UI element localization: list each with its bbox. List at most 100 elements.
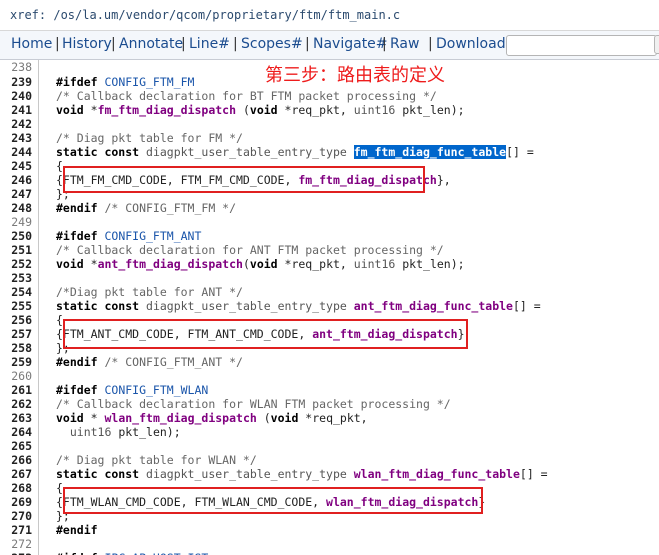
code-token: * (90, 103, 98, 117)
nav-history[interactable]: History (62, 36, 112, 52)
code-token[interactable]: ant_ftm_diag_dispatch (98, 257, 243, 271)
code-token: { (56, 481, 63, 495)
code-line: 241 void *fm_ftm_diag_dispatch (void *req… (0, 103, 659, 117)
line-number[interactable]: 241 (0, 103, 32, 117)
nav-download[interactable]: Download (436, 36, 506, 52)
line-number[interactable]: 255 (0, 299, 32, 313)
code-line: 253 (0, 271, 659, 285)
code-token: void (56, 103, 91, 117)
source-code: void *fm_ftm_diag_dispatch (void *req_pk… (56, 103, 465, 117)
code-line: 273 #ifdef IPC_AP_HOST_IST (0, 551, 659, 555)
code-token: CONFIG_FTM_WLAN (104, 383, 209, 397)
line-number[interactable]: 251 (0, 243, 32, 257)
source-code: /* Callback declaration for ANT FTM pack… (56, 243, 444, 257)
code-token: static const (56, 467, 147, 481)
line-number[interactable]: 254 (0, 285, 32, 299)
nav-line-numbers[interactable]: Line# (189, 36, 230, 52)
line-number[interactable]: 273 (0, 551, 32, 555)
nav-raw[interactable]: Raw (390, 36, 419, 52)
line-number[interactable]: 268 (0, 481, 32, 495)
code-line: 251 /* Callback declaration for ANT FTM p… (0, 243, 659, 257)
line-number[interactable]: 239 (0, 75, 32, 89)
line-number[interactable]: 262 (0, 397, 32, 411)
line-number[interactable]: 267 (0, 467, 32, 481)
code-line: 265 (0, 439, 659, 453)
line-number[interactable]: 272 (0, 537, 32, 551)
line-number[interactable]: 244 (0, 145, 32, 159)
code-token: *req_pkt, (284, 103, 354, 117)
source-code: /* Callback declaration for BT FTM packe… (56, 89, 437, 103)
line-number[interactable]: 261 (0, 383, 32, 397)
code-token[interactable]: ant_ftm_diag_func_table (354, 299, 513, 313)
source-code: static const diagpkt_user_table_entry_ty… (56, 145, 534, 159)
source-code: #ifdef CONFIG_FTM_ANT (56, 229, 201, 243)
code-line: 250 #ifdef CONFIG_FTM_ANT (0, 229, 659, 243)
nav-home[interactable]: Home (11, 36, 52, 52)
line-number[interactable]: 245 (0, 159, 32, 173)
line-number[interactable]: 257 (0, 327, 32, 341)
line-number[interactable]: 240 (0, 89, 32, 103)
line-number[interactable]: 256 (0, 313, 32, 327)
line-number[interactable]: 248 (0, 201, 32, 215)
code-token: #ifdef (56, 229, 105, 243)
line-number[interactable]: 269 (0, 495, 32, 509)
code-token: void (56, 257, 91, 271)
source-code: #endif /* CONFIG_FTM_ANT */ (56, 355, 243, 369)
code-token[interactable]: wlan_ftm_diag_dispatch (104, 411, 256, 425)
line-number[interactable]: 260 (0, 369, 32, 383)
code-line: 255 static const diagpkt_user_table_entry… (0, 299, 659, 313)
code-token[interactable]: fm_ftm_diag_func_table (353, 145, 507, 159)
code-token: *req_pkt, (284, 257, 354, 271)
code-token: *req_pkt, (305, 411, 368, 425)
line-number[interactable]: 250 (0, 229, 32, 243)
line-number[interactable]: 246 (0, 173, 32, 187)
code-line: 243 /* Diag pkt table for FM */ (0, 131, 659, 145)
code-token: /* Callback declaration for BT FTM packe… (56, 89, 437, 103)
source-code: void * wlan_ftm_diag_dispatch (void *req… (56, 411, 368, 425)
line-number[interactable]: 266 (0, 453, 32, 467)
line-number[interactable]: 263 (0, 411, 32, 425)
line-number[interactable]: 265 (0, 439, 32, 453)
nav-separator: | (305, 36, 310, 52)
line-number[interactable]: 238 (0, 60, 32, 74)
xref-path: xref: /os/la.um/vendor/qcom/proprietary/… (10, 8, 401, 22)
line-number[interactable]: 258 (0, 341, 32, 355)
code-token: diagpkt_user_table_entry_type (146, 145, 354, 159)
search-input[interactable] (506, 35, 657, 56)
nav-annotate[interactable]: Annotate (119, 36, 183, 52)
line-number[interactable]: 249 (0, 215, 32, 229)
line-number[interactable]: 253 (0, 271, 32, 285)
line-number[interactable]: 243 (0, 131, 32, 145)
line-number[interactable]: 242 (0, 117, 32, 131)
code-token: ( (256, 411, 271, 425)
code-token: #ifdef (56, 383, 105, 397)
line-number[interactable]: 264 (0, 425, 32, 439)
source-code: static const diagpkt_user_table_entry_ty… (56, 467, 548, 481)
code-token: #ifdef (56, 551, 104, 555)
line-number[interactable]: 259 (0, 355, 32, 369)
source-code: #ifdef CONFIG_FTM_FM (56, 75, 194, 89)
nav-navigate[interactable]: Navigate# (313, 36, 388, 52)
search-button[interactable] (654, 35, 659, 54)
source-code: #endif /* CONFIG_FTM_FM */ (56, 201, 236, 215)
nav-separator: | (233, 36, 238, 52)
source-code: /*Diag pkt table for ANT */ (56, 285, 243, 299)
code-token[interactable]: wlan_ftm_diag_func_table (354, 467, 520, 481)
line-number[interactable]: 270 (0, 509, 32, 523)
code-view[interactable]: 238 239 #ifdef CONFIG_FTM_FM 240 /* Callback… (0, 60, 659, 555)
line-number[interactable]: 271 (0, 523, 32, 537)
code-token: /*Diag pkt table for ANT */ (56, 285, 243, 299)
code-token: void (56, 411, 91, 425)
nav-separator: | (382, 36, 387, 52)
source-code: uint16 pkt_len); (56, 425, 181, 439)
highlight-box-ant (63, 319, 468, 349)
line-number[interactable]: 247 (0, 187, 32, 201)
code-token: /* Callback declaration for WLAN FTM pac… (56, 397, 451, 411)
code-token[interactable]: fm_ftm_diag_dispatch (98, 103, 236, 117)
line-number[interactable]: 252 (0, 257, 32, 271)
code-line: 262 /* Callback declaration for WLAN FTM … (0, 397, 659, 411)
code-line: 242 (0, 117, 659, 131)
nav-scopes[interactable]: Scopes# (241, 36, 303, 52)
code-line: 263 void * wlan_ftm_diag_dispatch (void *… (0, 411, 659, 425)
